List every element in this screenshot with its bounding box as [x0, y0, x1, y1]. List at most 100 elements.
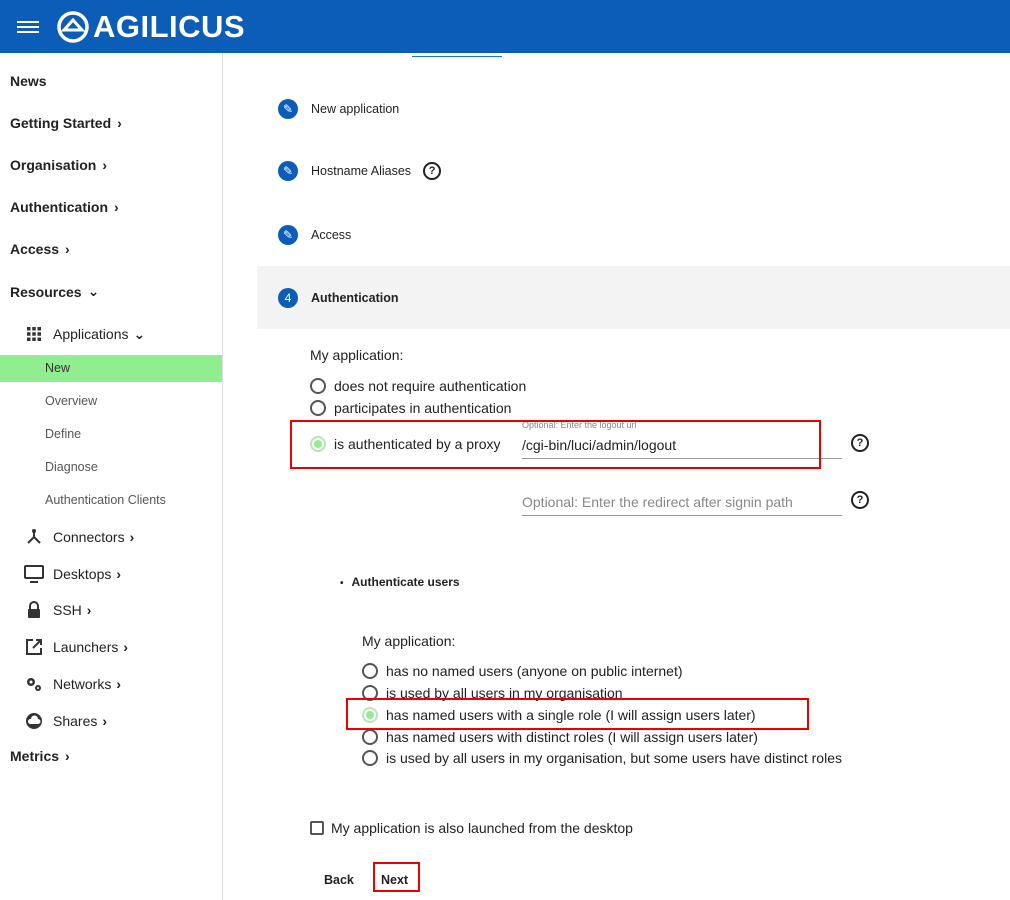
- radio-button[interactable]: [362, 663, 378, 679]
- step-hostname-aliases[interactable]: ✎ Hostname Aliases ?: [257, 160, 1010, 182]
- chevron-right-icon: ›: [65, 748, 70, 764]
- sidebar-item-getting-started[interactable]: Getting Started ›: [10, 115, 122, 131]
- radio-label: does not require authentication: [334, 378, 527, 394]
- chevron-right-icon: ›: [116, 676, 122, 692]
- chevron-right-icon: ›: [117, 115, 122, 131]
- link-underline: [412, 56, 502, 57]
- chevron-right-icon: ›: [116, 566, 122, 582]
- step-label: Access: [311, 228, 352, 242]
- radio-label: is used by all users in my organisation,…: [386, 750, 842, 766]
- bullet-icon: •: [340, 578, 344, 589]
- sidebar-item-label: Desktops: [53, 566, 112, 582]
- radio-button[interactable]: [362, 750, 378, 766]
- connectors-icon: [24, 527, 44, 547]
- chevron-down-icon: ⌄: [87, 283, 100, 299]
- sidebar-item-label: Resources: [10, 283, 82, 300]
- sidebar-item-label: Organisation: [10, 157, 97, 173]
- step-new-application[interactable]: ✎ New application: [257, 98, 1010, 120]
- radio-label: participates in authentication: [334, 400, 512, 416]
- sidebar-item-label: Authentication: [10, 199, 108, 215]
- step-authentication[interactable]: 4 Authentication: [257, 266, 1010, 329]
- authenticate-users-title: • Authenticate users: [340, 575, 460, 589]
- sidebar-item-metrics[interactable]: Metrics ›: [10, 748, 70, 764]
- radio-distinct-roles[interactable]: has named users with distinct roles (I w…: [362, 729, 758, 745]
- desktop-icon: [24, 564, 44, 584]
- highlight-next: [373, 862, 420, 892]
- highlight-proxy: [290, 420, 821, 469]
- sidebar-item-news[interactable]: News: [10, 73, 47, 89]
- sidebar-item-resources[interactable]: Resources ⌄: [10, 283, 99, 300]
- help-icon[interactable]: ?: [851, 434, 869, 452]
- help-icon[interactable]: ?: [423, 162, 442, 180]
- auth-heading: My application:: [310, 347, 404, 363]
- radio-label: has named users with distinct roles (I w…: [386, 729, 758, 745]
- authenticate-users-label: Authenticate users: [351, 575, 460, 589]
- chevron-down-icon: ⌄: [133, 325, 146, 342]
- edit-icon: ✎: [278, 225, 298, 245]
- radio-all-users-some-distinct[interactable]: is used by all users in my organisation,…: [362, 750, 842, 766]
- chevron-right-icon: ›: [123, 639, 129, 655]
- brand-name: AGILICUS: [93, 8, 246, 44]
- desktop-launch-label[interactable]: My application is also launched from the…: [331, 820, 633, 836]
- help-icon[interactable]: ?: [851, 491, 869, 509]
- sidebar-item-define[interactable]: Define: [45, 427, 81, 441]
- sidebar-item-overview[interactable]: Overview: [45, 394, 97, 408]
- chevron-right-icon: ›: [65, 241, 70, 257]
- sidebar-item-label: Shares: [53, 713, 98, 729]
- agilicus-logo-icon: [57, 10, 89, 43]
- main-content: ✎ New application ✎ Hostname Aliases ? ✎…: [224, 53, 1010, 900]
- chevron-right-icon: ›: [86, 602, 92, 618]
- sidebar-item-label: Launchers: [53, 639, 119, 655]
- chevron-right-icon: ›: [102, 713, 108, 729]
- chevron-right-icon: ›: [129, 529, 135, 545]
- radio-button[interactable]: [310, 378, 326, 394]
- sidebar-item-authentication[interactable]: Authentication ›: [10, 199, 119, 215]
- apps-grid-icon: [24, 324, 44, 344]
- sidebar-item-shares[interactable]: Shares ›: [24, 711, 107, 731]
- sidebar-item-label: Access: [10, 241, 60, 257]
- sidebar-item-authentication-clients[interactable]: Authentication Clients: [45, 493, 166, 507]
- cloud-circle-icon: [24, 711, 44, 731]
- sidebar-item-applications[interactable]: Applications ⌄: [24, 324, 145, 344]
- highlight-single-role: [346, 698, 809, 730]
- brand-logo[interactable]: AGILICUS: [56, 9, 245, 45]
- lock-icon: [24, 600, 44, 620]
- step-number: 4: [278, 287, 298, 308]
- radio-no-auth[interactable]: does not require authentication: [310, 378, 526, 394]
- sidebar-item-label: Metrics: [10, 748, 60, 764]
- radio-label: has no named users (anyone on public int…: [386, 663, 683, 679]
- radio-button[interactable]: [362, 729, 378, 745]
- sidebar-item-launchers[interactable]: Launchers ›: [24, 637, 128, 657]
- back-button[interactable]: Back: [324, 873, 354, 887]
- sidebar-item-label: Networks: [53, 676, 112, 692]
- radio-participates[interactable]: participates in authentication: [310, 400, 511, 416]
- edit-icon: ✎: [278, 161, 298, 181]
- edit-icon: ✎: [278, 99, 298, 119]
- sidebar-item-diagnose[interactable]: Diagnose: [45, 460, 98, 474]
- gears-icon: [24, 674, 44, 694]
- chevron-right-icon: ›: [114, 199, 119, 215]
- menu-icon[interactable]: [17, 18, 39, 36]
- sidebar-item-label: Getting Started: [10, 115, 112, 131]
- sidebar-item-connectors[interactable]: Connectors ›: [24, 527, 134, 547]
- sidebar-item-label: Connectors: [53, 529, 125, 545]
- users-heading: My application:: [362, 633, 456, 649]
- sidebar-item-label: SSH: [53, 602, 82, 618]
- redirect-path-placeholder[interactable]: Optional: Enter the redirect after signi…: [522, 494, 793, 510]
- active-nav-highlight: [0, 355, 222, 382]
- desktop-launch-checkbox[interactable]: [310, 821, 324, 835]
- sidebar-item-organisation[interactable]: Organisation ›: [10, 157, 107, 173]
- sidebar-item-networks[interactable]: Networks ›: [24, 674, 121, 694]
- sidebar-item-desktops[interactable]: Desktops ›: [24, 564, 121, 584]
- sidebar-item-ssh[interactable]: SSH ›: [24, 600, 91, 620]
- step-access[interactable]: ✎ Access: [257, 224, 1010, 246]
- sidebar-item-label: Applications: [53, 326, 129, 342]
- sidebar-item-label: News: [10, 73, 47, 89]
- sidebar: News Getting Started › Organisation › Auth…: [0, 53, 223, 900]
- radio-button[interactable]: [310, 400, 326, 416]
- sidebar-item-access[interactable]: Access ›: [10, 241, 70, 257]
- step-label: New application: [311, 102, 400, 116]
- sidebar-item-new[interactable]: New: [45, 361, 70, 375]
- top-app-bar: AGILICUS: [0, 0, 1010, 53]
- radio-no-named-users[interactable]: has no named users (anyone on public int…: [362, 663, 683, 679]
